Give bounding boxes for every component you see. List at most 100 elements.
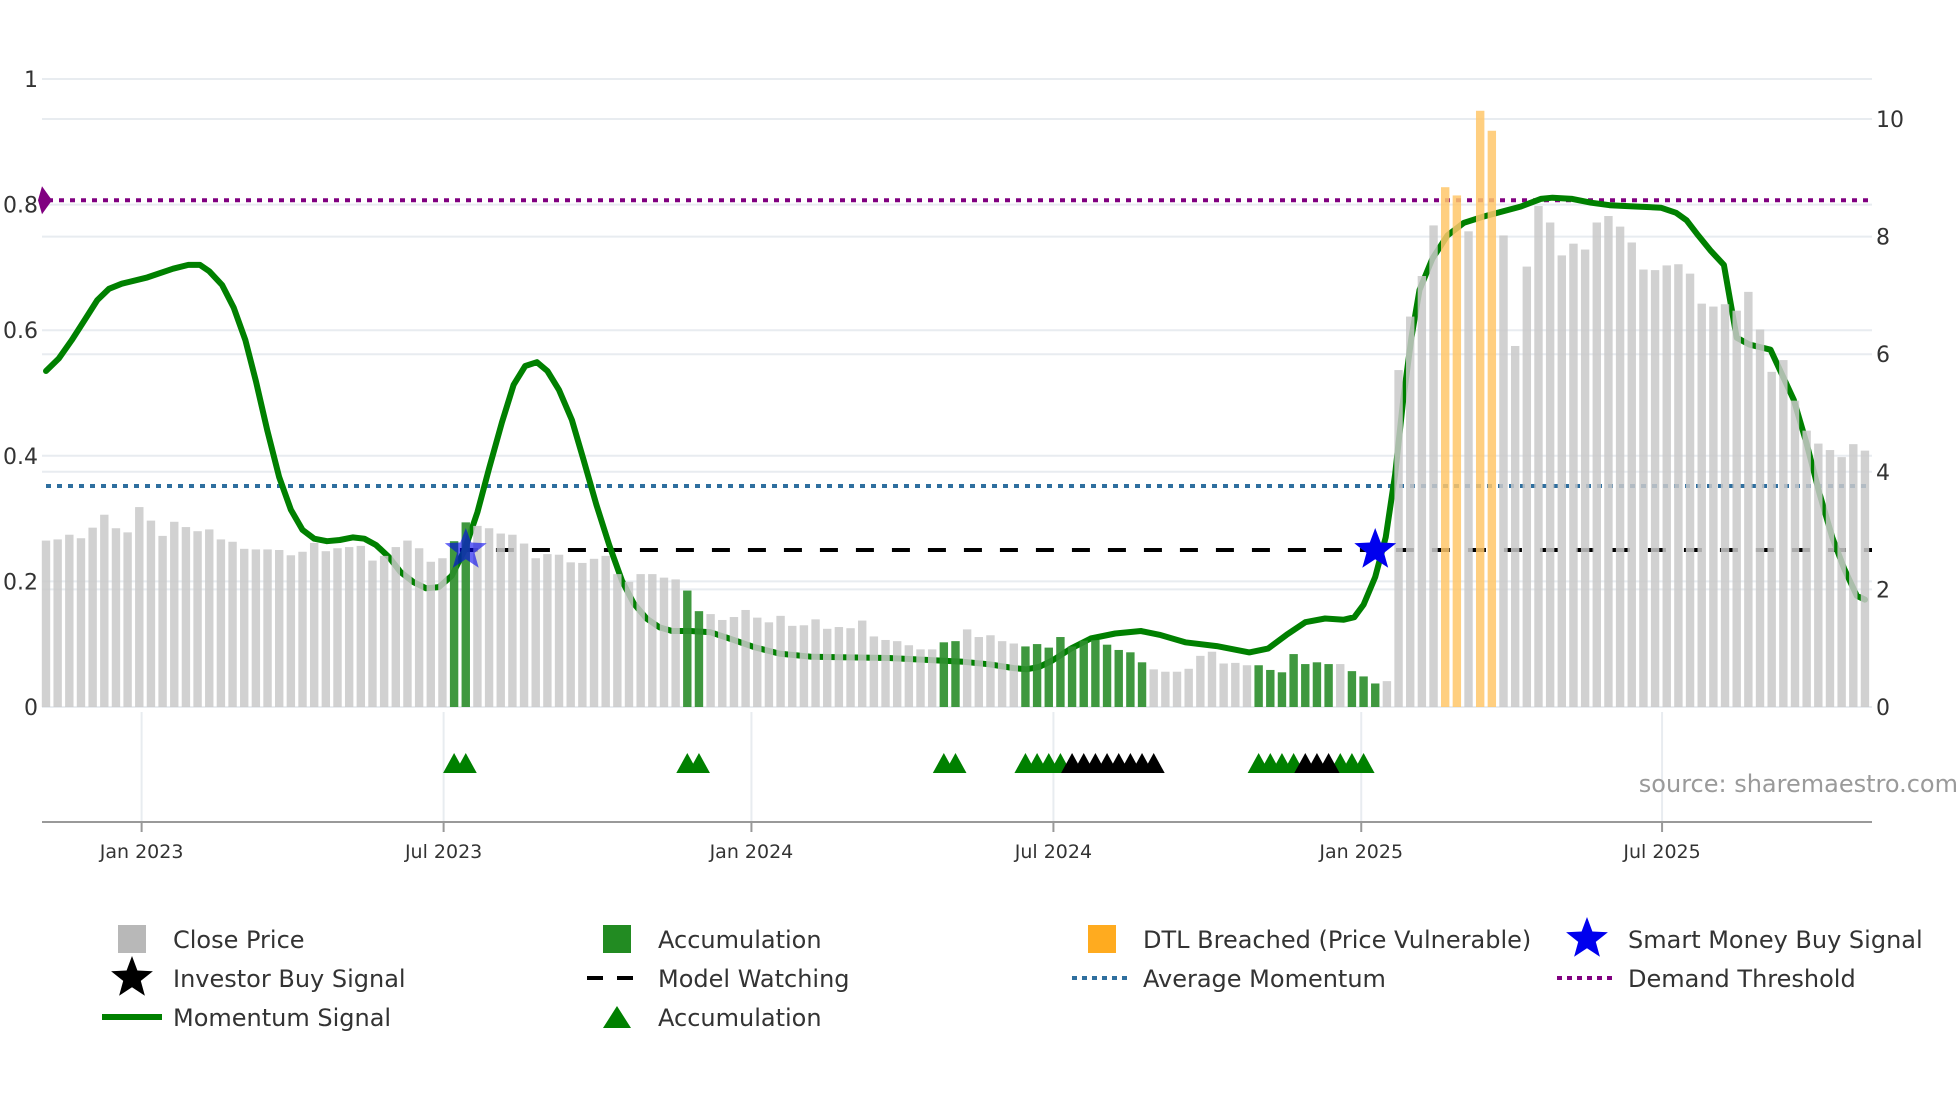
close-price-bar: [1860, 450, 1870, 707]
smart-money-star-icon: [1354, 528, 1397, 568]
accumulation-bar: [1312, 662, 1322, 707]
close-price-bar: [1592, 222, 1601, 707]
dtl-breached-bar: [1487, 130, 1497, 707]
accumulation-bar: [1114, 649, 1123, 707]
close-price-bar: [321, 551, 331, 707]
close-price-bar: [788, 625, 797, 707]
close-price-bar: [1417, 275, 1427, 707]
close-price-bar: [881, 639, 890, 707]
legend-label: Smart Money Buy Signal: [1628, 926, 1923, 954]
close-price-bar: [414, 548, 424, 707]
legend-item: DTL Breached (Price Vulnerable): [1088, 925, 1531, 954]
close-price-bar: [216, 539, 226, 707]
close-price-bar: [799, 625, 809, 707]
close-price-bar: [286, 555, 296, 707]
accumulation-bar: [1032, 644, 1042, 707]
close-price-bar: [1429, 225, 1438, 708]
smart-money-stars: [444, 528, 1397, 568]
close-price-bar: [193, 531, 202, 707]
x-tick-label: Jul 2025: [1622, 841, 1700, 863]
dtl-breached-bar: [1475, 110, 1485, 707]
legend-item: Demand Threshold: [1557, 965, 1856, 993]
close-price-bar: [718, 619, 727, 707]
close-price-bar: [1615, 226, 1625, 707]
close-price-bar: [391, 547, 400, 707]
close-price-bar: [729, 617, 739, 707]
close-price-bar: [776, 615, 785, 707]
close-price-bar: [1510, 345, 1520, 707]
legend: Close Price Accumulation DTL Breached (Pri…: [102, 917, 1923, 1032]
close-price-bar: [426, 561, 435, 707]
x-gridlines: [140, 712, 1664, 822]
legend-item: Momentum Signal: [102, 1004, 391, 1032]
close-price-bar: [823, 628, 832, 707]
close-price-bar: [111, 528, 121, 707]
accumulation-bar: [1359, 676, 1368, 707]
close-price-bar: [648, 574, 657, 707]
left-y-axis: 0 0.2 0.4 0.6 0.8 1: [3, 68, 38, 721]
x-axis: Jan 2023 Jul 2023 Jan 2024 Jul 2024 Jan 2025…: [99, 822, 1701, 863]
orange-square-icon: [1088, 925, 1116, 953]
legend-item: Average Momentum: [1072, 965, 1386, 993]
close-price-bar: [1161, 671, 1170, 707]
close-price-bar: [1650, 270, 1660, 707]
legend-label: Demand Threshold: [1628, 965, 1856, 993]
blue-star-icon: [1566, 917, 1608, 957]
close-price-bar: [706, 614, 715, 707]
close-price-bar: [1242, 665, 1252, 707]
close-price-bar: [123, 532, 132, 707]
x-tick-label: Jul 2023: [404, 841, 482, 863]
close-price-bar: [1394, 370, 1403, 707]
close-price-bar: [904, 645, 914, 707]
close-price-bar: [1580, 249, 1590, 707]
accumulation-bar: [1266, 669, 1275, 707]
close-price-bar: [309, 542, 319, 707]
legend-label: Investor Buy Signal: [173, 965, 406, 993]
demand-threshold-diamond-icon: [38, 186, 52, 215]
close-price-bar: [1172, 671, 1182, 707]
legend-label: Accumulation: [658, 926, 822, 954]
accumulation-bar: [1102, 644, 1112, 707]
close-price-bar: [1825, 450, 1835, 707]
close-price-bar: [403, 540, 412, 707]
left-tick-label: 0.4: [3, 445, 38, 470]
close-price-bar: [916, 649, 925, 707]
close-price-bar: [974, 637, 983, 707]
accumulation-bar: [951, 641, 960, 707]
close-price-bar: [508, 534, 517, 707]
close-price-bar: [554, 554, 564, 707]
close-price-bar: [1849, 444, 1858, 707]
black-star-icon: [111, 956, 153, 996]
close-price-bar: [356, 545, 366, 707]
x-tick-label: Jul 2024: [1014, 841, 1092, 863]
close-price-bar: [1184, 668, 1193, 707]
close-price-bar: [659, 577, 669, 707]
accumulation-bar: [1254, 665, 1263, 707]
accumulation-bar: [1079, 640, 1088, 707]
close-price-bar: [764, 622, 774, 707]
close-price-bar: [158, 535, 167, 707]
dtl-breached-bar: [1452, 195, 1462, 707]
accumulation-bar: [1347, 671, 1357, 707]
close-price-bar: [1790, 400, 1800, 707]
close-price-bar: [275, 550, 284, 707]
close-price-bar: [892, 641, 902, 707]
accumulation-bar: [1324, 664, 1333, 707]
close-price-bar: [1557, 255, 1566, 707]
accumulation-bar: [1289, 654, 1298, 707]
legend-label: Average Momentum: [1143, 965, 1386, 993]
close-price-bar: [543, 554, 552, 707]
accumulation-bar: [1277, 672, 1287, 707]
close-price-bar: [298, 551, 307, 707]
close-price-bar: [1545, 222, 1555, 707]
gray-square-icon: [118, 925, 146, 953]
x-tick-label: Jan 2025: [1318, 841, 1403, 863]
close-price-bar: [368, 560, 377, 707]
close-price-bar: [344, 547, 354, 707]
close-price-bar: [1802, 430, 1811, 707]
close-price-bar: [251, 549, 261, 707]
legend-label: Accumulation: [658, 1004, 822, 1032]
close-price-bar: [858, 620, 867, 707]
close-price-bar: [1732, 310, 1741, 707]
x-tick-label: Jan 2023: [99, 841, 184, 863]
